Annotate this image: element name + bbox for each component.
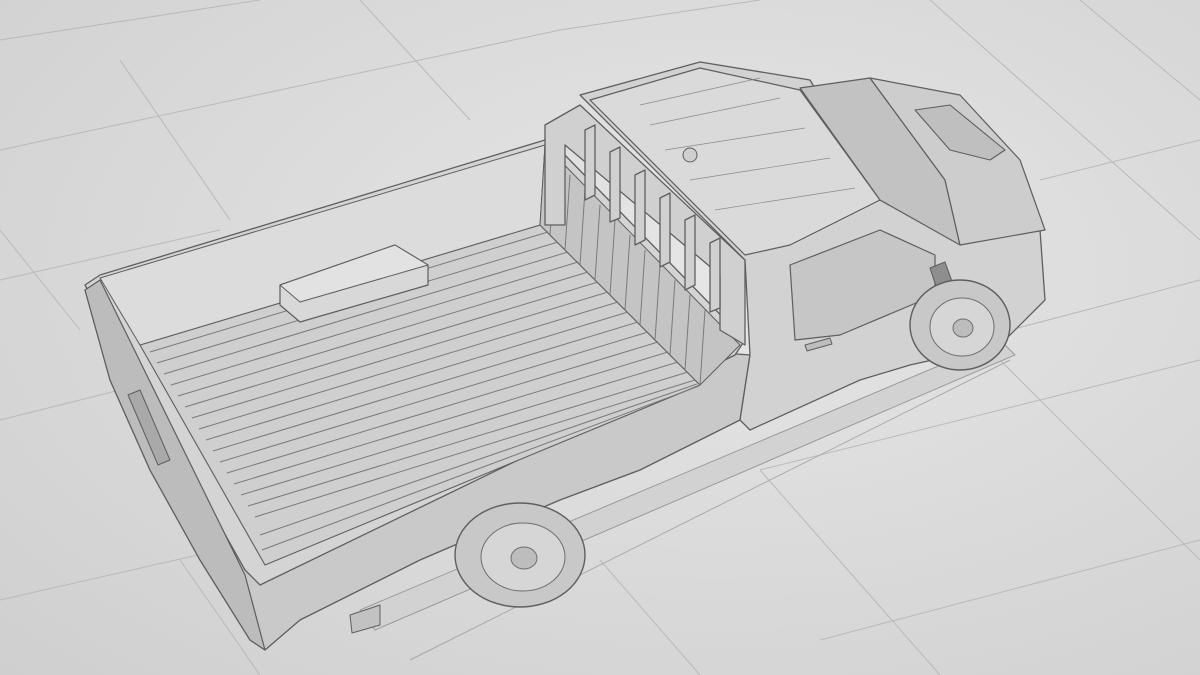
rear-wheel [454, 502, 586, 608]
render-viewport[interactable] [0, 0, 1200, 675]
truck-render-scene [0, 0, 1200, 675]
front-wheel [909, 279, 1011, 371]
roof-antenna-base [682, 147, 698, 163]
pickup-truck-model [84, 61, 1046, 651]
